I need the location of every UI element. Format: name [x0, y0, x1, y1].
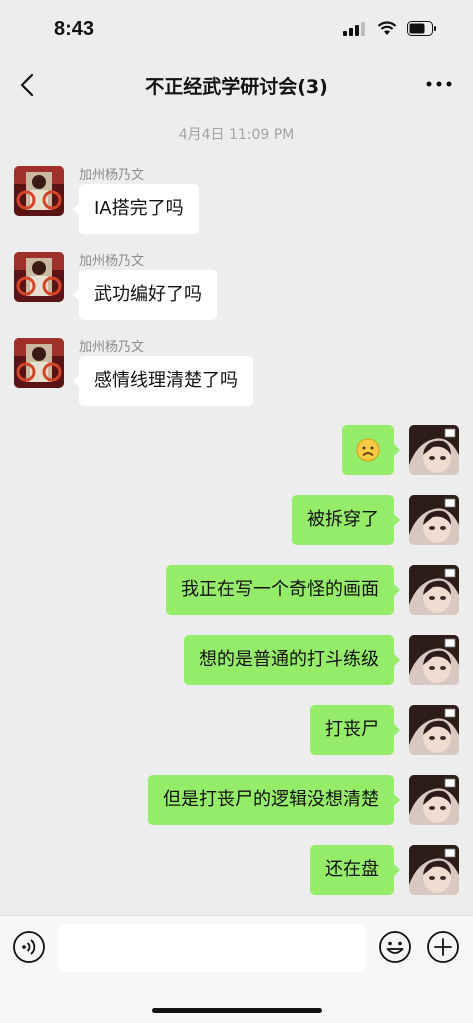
avatar[interactable] — [409, 565, 459, 615]
voice-icon — [13, 931, 45, 963]
message-bubble[interactable]: 被拆穿了 — [292, 495, 400, 545]
outgoing-message: 我正在写一个奇怪的画面 — [19, 565, 459, 615]
message-input[interactable] — [58, 924, 366, 972]
message-bubble[interactable]: 武功编好了吗 — [73, 270, 217, 320]
avatar[interactable] — [409, 775, 459, 825]
message-bubble[interactable]: 但是打丧尸的逻辑没想清楚 — [148, 775, 400, 825]
plus-circle-icon — [427, 931, 459, 963]
sender-name: 加州杨乃文 — [79, 254, 145, 269]
battery-icon — [407, 21, 436, 36]
avatar-image — [409, 495, 459, 545]
message-bubble[interactable]: IA搭完了吗 — [73, 184, 199, 234]
outgoing-message: 被拆穿了 — [19, 495, 459, 545]
sender-name: 加州杨乃文 — [79, 168, 145, 183]
message-bubble[interactable]: 还在盘 — [310, 845, 400, 895]
message-bubble[interactable]: 感情线理清楚了吗 — [73, 356, 253, 406]
message-bubble[interactable] — [342, 425, 400, 475]
avatar[interactable] — [14, 338, 64, 388]
add-button[interactable] — [426, 930, 460, 964]
message-list[interactable]: 4月4日 11:09 PM 加州杨乃文 IA搭完了吗 加州杨乃文 武功编好了吗 … — [0, 110, 473, 915]
avatar[interactable] — [409, 845, 459, 895]
status-time: 8:43 — [54, 18, 95, 40]
input-bar — [0, 915, 473, 1023]
outgoing-message: 还在盘 — [19, 845, 459, 895]
avatar[interactable] — [409, 495, 459, 545]
status-icons — [343, 21, 437, 36]
avatar-image — [409, 635, 459, 685]
avatar[interactable] — [14, 252, 64, 302]
avatar-image — [409, 565, 459, 615]
avatar-image — [409, 705, 459, 755]
incoming-message: 加州杨乃文 感情线理清楚了吗 — [14, 338, 454, 408]
avatar-image — [409, 425, 459, 475]
avatar-image — [14, 338, 64, 388]
outgoing-message: 想的是普通的打斗练级 — [19, 635, 459, 685]
message-bubble[interactable]: 我正在写一个奇怪的画面 — [166, 565, 400, 615]
status-bar: 8:43 — [0, 0, 473, 60]
avatar-image — [409, 845, 459, 895]
avatar[interactable] — [409, 425, 459, 475]
home-indicator[interactable] — [152, 1008, 322, 1013]
incoming-message: 加州杨乃文 武功编好了吗 — [14, 252, 454, 322]
smiley-icon — [379, 931, 411, 963]
avatar[interactable] — [409, 635, 459, 685]
chat-title: 不正经武学研讨会(3) — [145, 76, 328, 98]
incoming-message: 加州杨乃文 IA搭完了吗 — [14, 166, 454, 236]
chat-header: 不正经武学研讨会(3) — [0, 60, 473, 110]
message-bubble[interactable]: 想的是普通的打斗练级 — [184, 635, 400, 685]
more-button[interactable] — [425, 72, 453, 96]
message-bubble[interactable]: 打丧尸 — [310, 705, 400, 755]
message-timestamp: 4月4日 11:09 PM — [178, 127, 295, 143]
signal-icon — [343, 21, 365, 36]
voice-button[interactable] — [12, 930, 46, 964]
wifi-icon — [377, 21, 397, 35]
avatar-image — [14, 166, 64, 216]
avatar-image — [409, 775, 459, 825]
outgoing-message: 打丧尸 — [19, 705, 459, 755]
outgoing-message: 但是打丧尸的逻辑没想清楚 — [19, 775, 459, 825]
emoji-button[interactable] — [378, 930, 412, 964]
avatar[interactable] — [409, 705, 459, 755]
frowning-face-icon — [356, 438, 380, 462]
avatar-image — [14, 252, 64, 302]
avatar[interactable] — [14, 166, 64, 216]
outgoing-message — [19, 425, 459, 475]
more-dots-icon — [426, 81, 452, 87]
sender-name: 加州杨乃文 — [79, 340, 145, 355]
